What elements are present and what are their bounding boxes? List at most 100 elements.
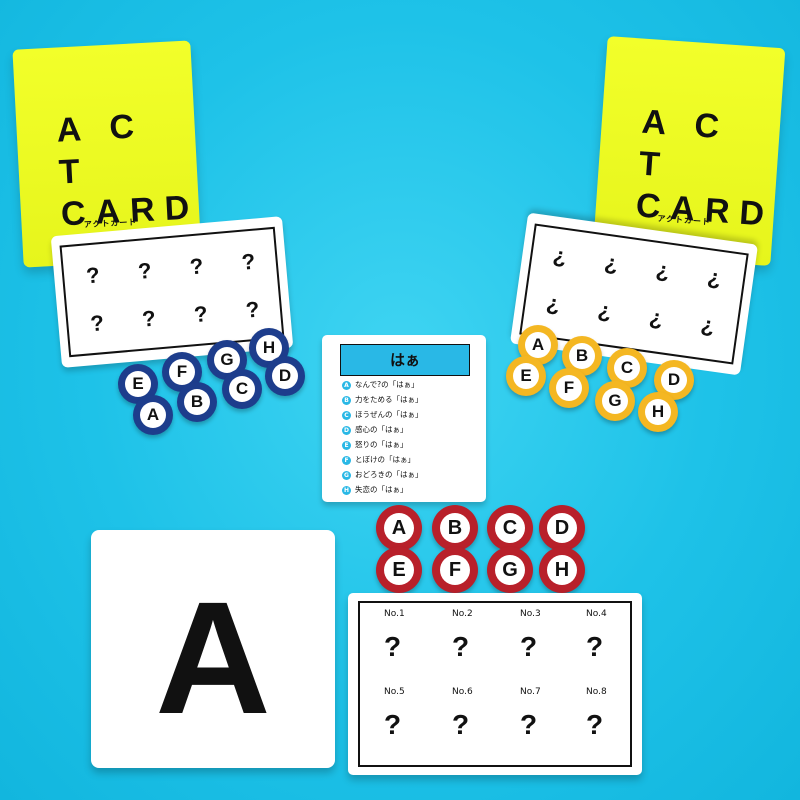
topic-text: 感心の「はぁ」 xyxy=(355,425,408,434)
question-mark: ? xyxy=(520,709,538,740)
topic-item: A なんで?の「はぁ」 xyxy=(342,379,419,390)
answer-cell-number: No.8 xyxy=(586,687,607,697)
question-mark: ? xyxy=(602,252,620,280)
question-mark: ? xyxy=(452,709,470,740)
question-mark: ? xyxy=(384,709,402,740)
token-orange-f[interactable]: F xyxy=(549,368,589,408)
question-cell: ? xyxy=(124,290,178,344)
topic-letter: C xyxy=(342,410,351,420)
answer-cell-6[interactable]: No.6? xyxy=(434,681,500,759)
token-blue-a[interactable]: A xyxy=(133,395,173,435)
token-letter: E xyxy=(384,555,414,585)
token-blue-b[interactable]: B xyxy=(177,382,217,422)
question-mark: ? xyxy=(384,631,402,662)
token-red-c[interactable]: C xyxy=(487,505,533,551)
letter-card[interactable]: A xyxy=(91,530,335,768)
token-orange-g[interactable]: G xyxy=(595,381,635,421)
token-blue-d[interactable]: D xyxy=(265,356,305,396)
topic-text: おどろきの「はぁ」 xyxy=(355,470,423,479)
question-mark: ? xyxy=(520,631,538,662)
token-letter: C xyxy=(495,513,525,543)
token-letter: D xyxy=(661,367,687,393)
answer-cell-4[interactable]: No.4? xyxy=(568,603,634,681)
token-orange-e[interactable]: E xyxy=(506,356,546,396)
answer-cell-number: No.2 xyxy=(452,609,473,619)
topic-letter: G xyxy=(342,470,351,480)
topic-letter: D xyxy=(342,425,351,435)
token-letter: E xyxy=(513,363,539,389)
topic-item: F とぼけの「はぁ」 xyxy=(342,454,415,465)
question-mark: ? xyxy=(192,301,209,328)
topic-item: G おどろきの「はぁ」 xyxy=(342,469,423,480)
answer-cell-3[interactable]: No.3? xyxy=(502,603,568,681)
question-cell: ? xyxy=(172,237,226,291)
act-title-line1: A C T xyxy=(55,107,145,192)
question-mark: ? xyxy=(595,300,613,327)
topic-header: はぁ xyxy=(340,344,470,376)
token-letter: A xyxy=(140,402,166,428)
token-letter: G xyxy=(495,555,525,585)
answer-cell-7[interactable]: No.7? xyxy=(502,681,568,759)
token-letter: B xyxy=(184,389,210,415)
topic-item: E 怒りの「はぁ」 xyxy=(342,439,408,450)
topic-card: はぁ A なんで?の「はぁ」 B 力をためる「はぁ」 C ほうぜんの「はぁ」 D 感心の… xyxy=(322,335,486,502)
answer-cell-number: No.4 xyxy=(586,609,607,619)
topic-text: ほうぜんの「はぁ」 xyxy=(355,410,423,419)
question-cell: ? xyxy=(632,246,688,302)
token-letter: F xyxy=(556,375,582,401)
answer-cell-1[interactable]: No.1? xyxy=(366,603,432,681)
topic-item: D 感心の「はぁ」 xyxy=(342,424,408,435)
topic-text: 怒りの「はぁ」 xyxy=(355,440,408,449)
question-cell: ? xyxy=(683,253,739,309)
token-letter: D xyxy=(272,363,298,389)
answer-board-frame: No.1? No.2? No.3? No.4? No.5? No.6? No.7… xyxy=(358,601,632,767)
topic-text: なんで?の「はぁ」 xyxy=(355,380,419,389)
token-blue-c[interactable]: C xyxy=(222,369,262,409)
question-cell: ? xyxy=(223,233,277,287)
token-red-a[interactable]: A xyxy=(376,505,422,551)
act-title-line1: A C T xyxy=(637,102,731,185)
token-red-g[interactable]: G xyxy=(487,547,533,593)
question-mark: ? xyxy=(586,631,604,662)
token-orange-h[interactable]: H xyxy=(638,392,678,432)
topic-letter: E xyxy=(342,440,351,450)
token-red-e[interactable]: E xyxy=(376,547,422,593)
token-letter: B xyxy=(569,343,595,369)
topic-text: 失恋の「はぁ」 xyxy=(355,485,408,494)
question-mark: ? xyxy=(647,307,665,335)
question-mark: ? xyxy=(240,248,257,275)
question-mark: ? xyxy=(551,245,568,273)
question-mark: ? xyxy=(698,314,716,342)
answer-cell-number: No.1 xyxy=(384,609,405,619)
question-cell: ? xyxy=(625,294,681,350)
token-red-h[interactable]: H xyxy=(539,547,585,593)
token-letter: F xyxy=(440,555,470,585)
answer-board: No.1? No.2? No.3? No.4? No.5? No.6? No.7… xyxy=(348,593,642,775)
token-letter: G xyxy=(602,388,628,414)
topic-item: B 力をためる「はぁ」 xyxy=(342,394,423,405)
token-letter: E xyxy=(125,371,151,397)
token-letter: A xyxy=(525,332,551,358)
answer-cell-number: No.7 xyxy=(520,687,541,697)
token-letter: F xyxy=(169,359,195,385)
question-cell: ? xyxy=(529,232,585,288)
token-letter: A xyxy=(384,513,414,543)
answer-cell-number: No.5 xyxy=(384,687,405,697)
question-mark: ? xyxy=(544,293,562,320)
question-cell: ? xyxy=(120,242,174,296)
answer-cell-2[interactable]: No.2? xyxy=(434,603,500,681)
question-mark: ? xyxy=(136,257,153,284)
token-red-f[interactable]: F xyxy=(432,547,478,593)
question-mark: ? xyxy=(141,305,157,332)
answer-cell-5[interactable]: No.5? xyxy=(366,681,432,759)
token-red-b[interactable]: B xyxy=(432,505,478,551)
answer-cell-8[interactable]: No.8? xyxy=(568,681,634,759)
token-red-d[interactable]: D xyxy=(539,505,585,551)
token-letter: H xyxy=(547,555,577,585)
question-mark: ? xyxy=(244,296,261,323)
question-mark: ? xyxy=(586,709,604,740)
question-cell: ? xyxy=(72,294,126,348)
question-mark: ? xyxy=(89,310,105,337)
question-cell: ? xyxy=(176,285,230,339)
question-cell: ? xyxy=(574,286,630,342)
